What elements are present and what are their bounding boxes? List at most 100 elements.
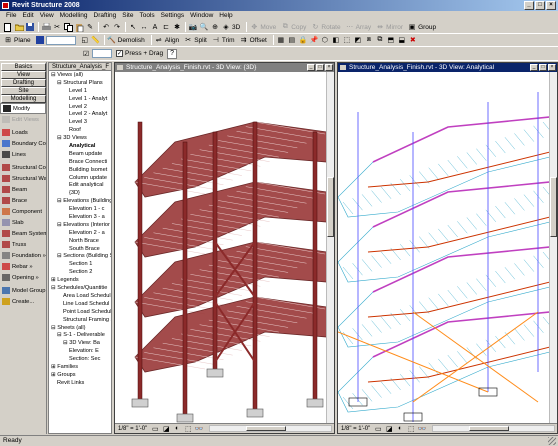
pick-icon[interactable]: ◱: [80, 35, 90, 45]
model-graphics-icon[interactable]: ◪: [384, 424, 394, 434]
menu-settings[interactable]: Settings: [158, 11, 188, 21]
browser-tree-item[interactable]: ⊟ Structural Plans: [49, 79, 111, 87]
browser-tree-item[interactable]: Beam update: [49, 150, 111, 158]
new-icon[interactable]: [3, 22, 13, 32]
text-tag-icon[interactable]: A: [150, 22, 160, 32]
element-type-combo[interactable]: [45, 35, 76, 45]
design-bar-item[interactable]: Beam System: [0, 228, 46, 239]
design-bar-item[interactable]: Lines: [0, 149, 46, 160]
browser-tree-item[interactable]: Brace Connecti: [49, 158, 111, 166]
browser-tree-item[interactable]: ⊟ S-1 - Deliverable: [49, 331, 111, 339]
move-button[interactable]: Move: [260, 24, 276, 31]
browser-tree-item[interactable]: ⊟ Views (all): [49, 71, 111, 79]
copy-monitor-icon[interactable]: ▦: [276, 35, 286, 45]
browser-tree-item[interactable]: Column update: [49, 174, 111, 182]
save-icon[interactable]: [25, 22, 35, 32]
design-bar-item[interactable]: Foundation »: [0, 250, 46, 261]
hide-isolate-icon[interactable]: 👓: [417, 424, 427, 434]
browser-tree-item[interactable]: ⊟ Elevations (Building: [49, 197, 111, 205]
3d-view-icon[interactable]: ◈: [221, 22, 231, 32]
measure-icon[interactable]: 📏: [91, 35, 101, 45]
lock-icon[interactable]: 🔒: [298, 35, 308, 45]
split-button[interactable]: Split: [194, 37, 207, 44]
join-icon[interactable]: ⧉: [375, 35, 385, 45]
browser-tree-item[interactable]: Analytical: [49, 142, 111, 150]
vertical-scrollbar[interactable]: [326, 72, 334, 423]
browser-tree-item[interactable]: Level 2: [49, 103, 111, 111]
browser-tree-item[interactable]: Point Load Schedul: [49, 308, 111, 316]
menu-file[interactable]: File: [3, 11, 19, 21]
options-icon[interactable]: ?: [167, 48, 178, 59]
menu-edit[interactable]: Edit: [19, 11, 36, 21]
rotate-button[interactable]: Rotate: [321, 24, 340, 31]
menu-window[interactable]: Window: [187, 11, 216, 21]
design-bar-item[interactable]: Beam: [0, 184, 46, 195]
scrollbar-thumb[interactable]: [469, 426, 510, 431]
view-minimize-button[interactable]: _: [530, 64, 538, 71]
view-3d-window[interactable]: Structure_Analysis_Finish.rvt - 3D View:…: [114, 62, 335, 434]
paint-icon[interactable]: ◩: [353, 35, 363, 45]
symbol-icon[interactable]: ✱: [172, 22, 182, 32]
vertical-scrollbar[interactable]: [549, 72, 557, 423]
group-button[interactable]: Group: [418, 24, 436, 31]
trim-button[interactable]: Trim: [222, 37, 235, 44]
tab-basics[interactable]: Basics: [1, 63, 46, 71]
delete-icon[interactable]: ✖: [408, 35, 418, 45]
tab-view[interactable]: View: [1, 71, 46, 79]
horizontal-scrollbar[interactable]: [209, 425, 332, 432]
press-drag-checkbox[interactable]: ✓: [116, 50, 123, 57]
browser-tree-item[interactable]: Section 1: [49, 260, 111, 268]
design-bar-item[interactable]: Rebar »: [0, 261, 46, 272]
menu-tools[interactable]: Tools: [136, 11, 157, 21]
horizontal-scrollbar[interactable]: [432, 425, 555, 432]
array-button[interactable]: Array: [356, 24, 372, 31]
shadows-icon[interactable]: ◐: [172, 424, 182, 434]
hide-icon[interactable]: ◧: [331, 35, 341, 45]
design-bar-item[interactable]: Component: [0, 206, 46, 217]
browser-tree-item[interactable]: ⊟ Sections (Building S: [49, 252, 111, 260]
browser-tree-item[interactable]: Elevation: E: [49, 347, 111, 355]
browser-tree-item[interactable]: ⊟ 3D View: Ba: [49, 339, 111, 347]
menu-help[interactable]: Help: [216, 11, 235, 21]
dimension-icon[interactable]: ↔: [139, 22, 149, 32]
view-analytical-window[interactable]: Structure_Analysis_Finish.rvt - 3D View:…: [337, 62, 558, 434]
cut-icon[interactable]: ✂: [52, 22, 62, 32]
design-bar-item[interactable]: Structural Wall: [0, 173, 46, 184]
browser-tree-item[interactable]: Structural Framing S: [49, 316, 111, 324]
match-icon[interactable]: ✎: [85, 22, 95, 32]
split-face-icon[interactable]: ⧈: [364, 35, 374, 45]
offset-button[interactable]: Offset: [250, 37, 267, 44]
dynamic-view-icon[interactable]: ⊕: [210, 22, 220, 32]
browser-tree-item[interactable]: Elevation 1 - c: [49, 205, 111, 213]
design-bar-item[interactable]: Create...: [0, 296, 46, 307]
browser-tree-item[interactable]: Roof: [49, 126, 111, 134]
browser-tree-item[interactable]: ⊟ 3D Views: [49, 134, 111, 142]
align-button[interactable]: Align: [165, 37, 179, 44]
redo-icon[interactable]: ↷: [112, 22, 122, 32]
design-bar-item[interactable]: Truss: [0, 239, 46, 250]
mirror-button[interactable]: Mirror: [386, 24, 403, 31]
select-arrow-icon[interactable]: ↖: [128, 22, 138, 32]
browser-tree-item[interactable]: ⊟ Schedules/Quantitie: [49, 284, 111, 292]
view-maximize-button[interactable]: □: [539, 64, 547, 71]
browser-tree-item[interactable]: ⊟ Sheets (all): [49, 324, 111, 332]
view-scale[interactable]: 1/8" = 1'-0": [341, 426, 370, 432]
browser-tree-item[interactable]: ⊟ Elevations (Interior E: [49, 221, 111, 229]
crop-icon[interactable]: ⬚: [183, 424, 193, 434]
browser-tree-item[interactable]: Building Isomet: [49, 166, 111, 174]
view-minimize-button[interactable]: _: [307, 64, 315, 71]
shadows-icon[interactable]: ◐: [395, 424, 405, 434]
browser-tree-item[interactable]: ⊞ Groups: [49, 371, 111, 379]
tag-icon[interactable]: ⊏: [161, 22, 171, 32]
unpin-icon[interactable]: ⬡: [320, 35, 330, 45]
menu-modelling[interactable]: Modelling: [57, 11, 91, 21]
model-graphics-icon[interactable]: ◪: [161, 424, 171, 434]
detail-level-icon[interactable]: ▭: [373, 424, 383, 434]
view-close-button[interactable]: ×: [325, 64, 333, 71]
browser-tree-item[interactable]: Level 1: [49, 87, 111, 95]
scrollbar-thumb[interactable]: [327, 177, 334, 238]
resize-grip-icon[interactable]: [548, 437, 556, 445]
design-bar-item[interactable]: Structural Colur: [0, 162, 46, 173]
tab-site[interactable]: Site: [1, 87, 46, 95]
menu-site[interactable]: Site: [119, 11, 136, 21]
